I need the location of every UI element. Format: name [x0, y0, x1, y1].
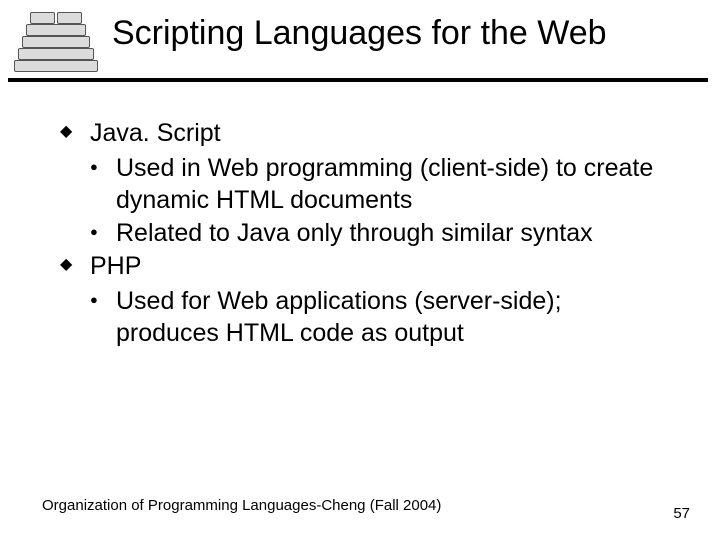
- subbullet: Used for Web applications (server-side);…: [60, 286, 670, 349]
- subbullet-text: Used for Web applications (server-side);…: [116, 287, 562, 346]
- subbullet-text: Used in Web programming (client-side) to…: [116, 154, 653, 213]
- page-number: 57: [673, 505, 690, 522]
- subbullet-text: Related to Java only through similar syn…: [116, 219, 593, 247]
- subbullet: Used in Web programming (client-side) to…: [60, 153, 670, 216]
- bullet-javascript: Java. Script: [60, 118, 670, 149]
- bullet-php: PHP: [60, 251, 670, 282]
- footer-text: Organization of Programming Languages-Ch…: [42, 497, 441, 514]
- subbullet: Related to Java only through similar syn…: [60, 218, 670, 249]
- slide-title: Scripting Languages for the Web: [112, 14, 607, 53]
- header-divider: [8, 78, 708, 82]
- slide-body: Java. Script Used in Web programming (cl…: [60, 118, 670, 351]
- stack-logo-icon: [8, 4, 103, 74]
- slide-header: Scripting Languages for the Web: [0, 0, 720, 82]
- bullet-label: Java. Script: [90, 119, 221, 147]
- bullet-label: PHP: [90, 252, 141, 280]
- slide: Scripting Languages for the Web Java. Sc…: [0, 0, 720, 540]
